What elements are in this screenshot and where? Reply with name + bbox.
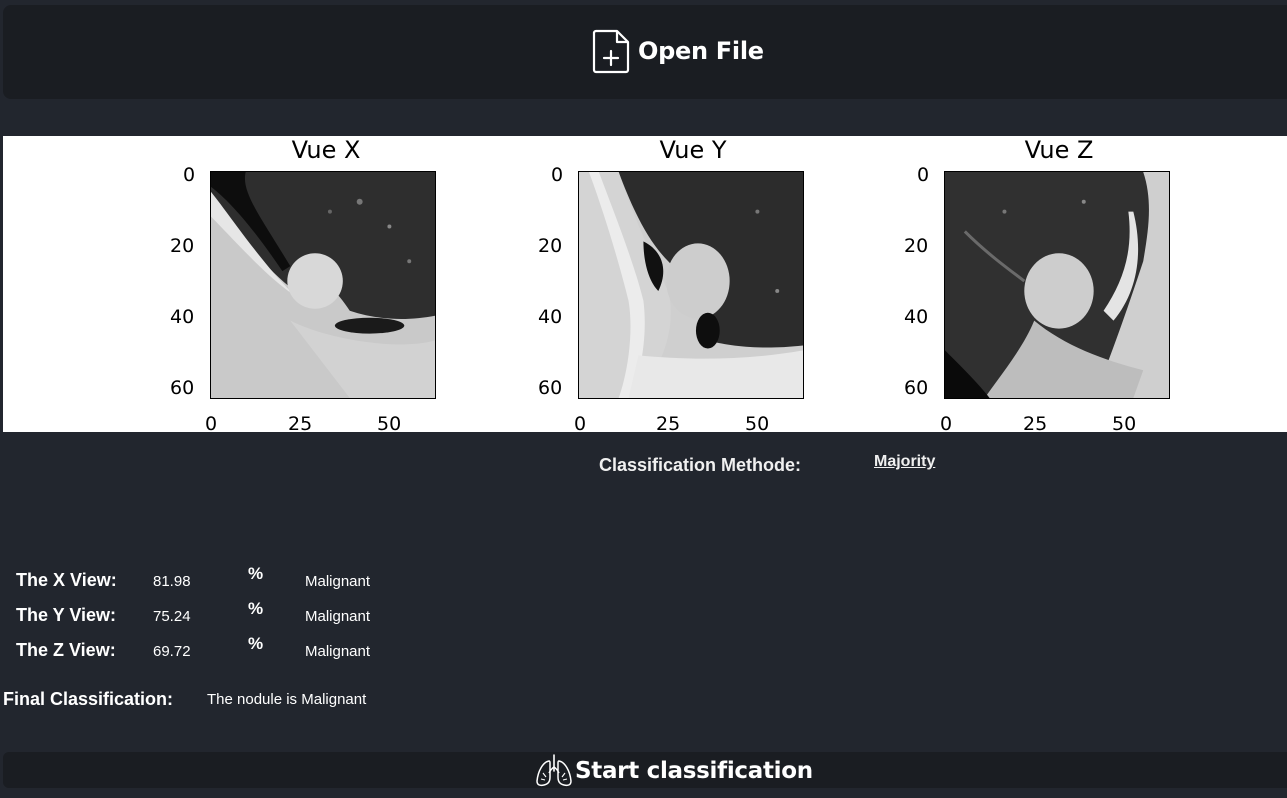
result-label: The X View: xyxy=(16,570,117,590)
result-value: 69.72 xyxy=(153,643,191,660)
result-class: Malignant xyxy=(305,608,371,625)
result-unit: % xyxy=(248,599,264,618)
open-file-label: Open File xyxy=(638,37,764,65)
method-label: Classification Methode: xyxy=(599,455,802,475)
ct-slice-y xyxy=(578,171,804,399)
xtick: 25 xyxy=(656,413,681,432)
xtick: 25 xyxy=(1023,413,1048,432)
ytick: 0 xyxy=(551,164,564,186)
ytick: 40 xyxy=(538,306,563,328)
xtick: 50 xyxy=(745,413,770,432)
result-class: Malignant xyxy=(305,573,371,590)
view-title-x: Vue X xyxy=(291,136,361,164)
xtick: 0 xyxy=(574,413,587,432)
lungs-icon xyxy=(536,754,572,787)
ytick: 60 xyxy=(538,377,563,399)
result-value: 81.98 xyxy=(153,573,191,590)
xtick: 0 xyxy=(205,413,218,432)
ct-slice-z xyxy=(944,171,1170,399)
result-value: 75.24 xyxy=(153,608,191,625)
view-title-y: Vue Y xyxy=(659,136,727,164)
ytick: 60 xyxy=(904,377,929,399)
start-classification-button[interactable]: Start classification xyxy=(535,752,813,790)
views-panel: Vue X 0 20 40 60 0 25 50 Vue Y 0 20 40 6… xyxy=(3,136,1287,432)
start-classification-label: Start classification xyxy=(575,758,813,784)
ytick: 40 xyxy=(170,306,195,328)
xtick: 0 xyxy=(940,413,953,432)
result-class: Malignant xyxy=(305,643,371,660)
xtick: 50 xyxy=(377,413,402,432)
result-unit: % xyxy=(248,564,264,583)
ytick: 0 xyxy=(183,164,196,186)
ytick: 20 xyxy=(904,235,929,257)
result-unit: % xyxy=(248,634,264,653)
result-label: The Z View: xyxy=(16,640,116,660)
view-title-z: Vue Z xyxy=(1024,136,1094,164)
ytick: 0 xyxy=(917,164,930,186)
file-plus-icon xyxy=(592,29,630,74)
ytick: 40 xyxy=(904,306,929,328)
ytick: 20 xyxy=(170,235,195,257)
xtick: 50 xyxy=(1112,413,1137,432)
xtick: 25 xyxy=(288,413,313,432)
method-value-link[interactable]: Majority xyxy=(874,453,935,471)
ytick: 20 xyxy=(538,235,563,257)
ytick: 60 xyxy=(170,377,195,399)
result-label: The Y View: xyxy=(16,605,117,625)
open-file-button[interactable]: Open File xyxy=(592,27,764,75)
final-classification-value: The nodule is Malignant xyxy=(207,691,367,708)
final-classification-label: Final Classification: xyxy=(3,689,174,709)
ct-slice-x xyxy=(210,171,436,399)
